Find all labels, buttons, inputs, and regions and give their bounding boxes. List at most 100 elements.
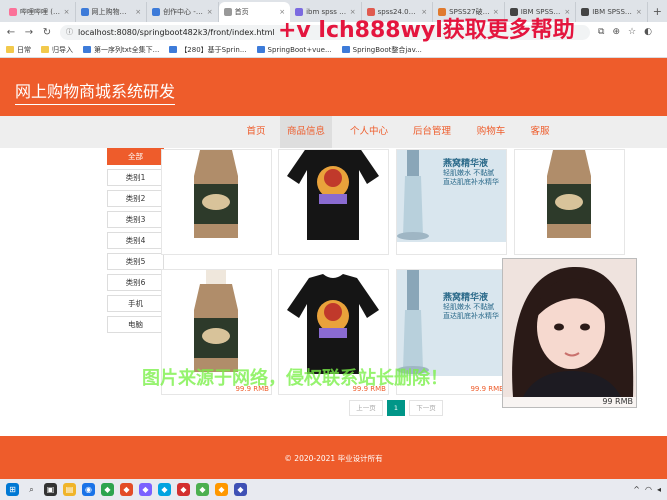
app-icon[interactable]: ◆ bbox=[120, 483, 133, 496]
nav-item[interactable]: 个人中心 bbox=[343, 116, 395, 148]
site-icon bbox=[169, 46, 178, 53]
product-image bbox=[162, 270, 271, 376]
category-item[interactable]: 全部 bbox=[107, 148, 164, 165]
tab-title: 首页 bbox=[234, 8, 249, 16]
product-card[interactable] bbox=[278, 149, 389, 255]
favicon-icon bbox=[80, 8, 89, 16]
windows-start-icon[interactable]: ⊞ bbox=[6, 483, 19, 496]
product-image-wrap bbox=[162, 150, 271, 242]
site-header: 网上购物商城系统研发 bbox=[0, 58, 667, 116]
product-image bbox=[515, 150, 624, 242]
tab-title: 哔哩哔哩 (゜-゜)つ bbox=[20, 8, 61, 16]
back-icon[interactable]: ← bbox=[6, 27, 16, 38]
close-icon[interactable]: × bbox=[636, 8, 642, 16]
app-icon[interactable]: ◆ bbox=[196, 483, 209, 496]
product-image-wrap bbox=[162, 270, 271, 376]
bookmark-label: 第一序列txt全集下... bbox=[94, 45, 160, 54]
app-icon[interactable]: ◆ bbox=[101, 483, 114, 496]
forward-icon[interactable]: → bbox=[24, 27, 34, 38]
favicon-icon bbox=[223, 8, 232, 16]
page-1-button[interactable]: 1 bbox=[387, 400, 405, 416]
bookmark-label: 日常 bbox=[17, 45, 31, 54]
category-item[interactable]: 类别6 bbox=[107, 274, 164, 291]
product-caption: 燕窝精华液 轻肌嫩水 不黏腻 直达肌底补水精华 bbox=[443, 294, 499, 321]
product-price: 99.9 RMB bbox=[470, 385, 504, 393]
nav-item[interactable]: 购物车 bbox=[470, 116, 512, 148]
product-card[interactable] bbox=[514, 149, 625, 255]
folder-icon bbox=[6, 46, 14, 53]
nav-item[interactable]: 后台管理 bbox=[406, 116, 458, 148]
app-icon[interactable]: ◆ bbox=[177, 483, 190, 496]
nav-item[interactable]: 商品信息 bbox=[280, 116, 332, 148]
nav-item[interactable]: 客服 bbox=[526, 116, 554, 148]
bookmark-item[interactable]: SpringBoot整合jav... bbox=[341, 45, 422, 55]
caption-line: 直达肌底补水精华 bbox=[443, 312, 499, 320]
watermark-copyright: 图片来源于网络，侵权联系站长删除！ bbox=[142, 368, 448, 389]
favicon-icon bbox=[152, 8, 161, 16]
favicon-icon bbox=[9, 8, 17, 16]
caption-line: 直达肌底补水精华 bbox=[443, 178, 499, 186]
wifi-icon[interactable]: ◠ bbox=[645, 485, 652, 494]
bookmark-label: 归导入 bbox=[52, 45, 73, 54]
category-item[interactable]: 手机 bbox=[107, 295, 164, 312]
product-image bbox=[162, 150, 271, 242]
product-image bbox=[397, 270, 506, 376]
app-icon[interactable]: ◆ bbox=[234, 483, 247, 496]
search-icon[interactable]: ⌕ bbox=[25, 483, 38, 496]
bookmark-item[interactable]: 第一序列txt全集下... bbox=[83, 45, 159, 55]
site-footer: © 2020-2021 毕业设计所有 bbox=[0, 436, 667, 479]
browser-tab[interactable]: 创作中心 - 哔哩× bbox=[147, 2, 219, 22]
close-icon[interactable]: × bbox=[135, 8, 141, 16]
bookmarks-bar: 日常 归导入 第一序列txt全集下... 【280】基于Sprin... SpringB… bbox=[0, 42, 667, 58]
info-icon[interactable]: ⓘ bbox=[66, 27, 73, 37]
product-image-wrap bbox=[279, 150, 388, 242]
speaker-icon[interactable]: ◂ bbox=[657, 485, 661, 494]
product-caption: 燕窝精华液 轻肌嫩水 不黏腻 直达肌底补水精华 bbox=[443, 160, 499, 187]
browser-tab[interactable]: 网上购物商城系统× bbox=[76, 2, 148, 22]
new-tab-icon[interactable]: + bbox=[648, 2, 667, 22]
folder-icon bbox=[41, 46, 49, 53]
chrome-icon[interactable]: ◉ bbox=[82, 483, 95, 496]
star-icon[interactable]: ☆ bbox=[628, 27, 636, 37]
caption-line: 燕窝精华液 bbox=[443, 159, 489, 169]
bookmark-item[interactable]: 日常 bbox=[6, 45, 31, 55]
watermark-contact: +v lch888wyl获取更多帮助 bbox=[278, 18, 575, 43]
category-item[interactable]: 类别2 bbox=[107, 190, 164, 207]
next-page-button[interactable]: 下一页 bbox=[409, 400, 443, 416]
bookmark-item[interactable]: 归导入 bbox=[41, 45, 73, 55]
app-icon[interactable]: ◆ bbox=[215, 483, 228, 496]
category-item[interactable]: 类别4 bbox=[107, 232, 164, 249]
zoom-icon[interactable]: ⊕ bbox=[612, 27, 620, 37]
nav-item[interactable]: 首页 bbox=[236, 116, 276, 148]
profile-icon[interactable]: ◐ bbox=[644, 27, 652, 37]
product-image-wrap bbox=[279, 270, 388, 376]
category-item[interactable]: 类别1 bbox=[107, 169, 164, 186]
product-card[interactable] bbox=[161, 149, 272, 255]
reload-icon[interactable]: ↻ bbox=[42, 27, 52, 38]
site-icon bbox=[256, 46, 265, 53]
file-explorer-icon[interactable]: ▤ bbox=[63, 483, 76, 496]
close-icon[interactable]: × bbox=[64, 8, 70, 16]
site-nav: 首页 商品信息 个人中心 后台管理 购物车 客服 bbox=[0, 116, 667, 148]
site-title: 网上购物商城系统研发 bbox=[15, 78, 176, 105]
category-item[interactable]: 类别3 bbox=[107, 211, 164, 228]
category-item[interactable]: 电脑 bbox=[107, 316, 164, 333]
bookmark-item[interactable]: SpringBoot+vue... bbox=[256, 45, 332, 54]
app-icon[interactable]: ◆ bbox=[158, 483, 171, 496]
bookmark-label: SpringBoot整合jav... bbox=[352, 45, 422, 54]
cast-icon[interactable]: ⧉ bbox=[598, 27, 604, 37]
bookmark-label: SpringBoot+vue... bbox=[267, 45, 332, 54]
prev-page-button[interactable]: 上一页 bbox=[349, 400, 383, 416]
chevron-up-icon[interactable]: ^ bbox=[633, 485, 640, 494]
browser-tab[interactable]: 哔哩哔哩 (゜-゜)つ× bbox=[4, 2, 76, 22]
product-image bbox=[279, 150, 388, 242]
site-icon bbox=[341, 46, 350, 53]
close-icon[interactable]: × bbox=[207, 8, 213, 16]
app-icon[interactable]: ◆ bbox=[139, 483, 152, 496]
popup-photo[interactable]: 99 RMB bbox=[502, 258, 637, 408]
browser-tab[interactable]: IBM SPSS St × bbox=[576, 2, 648, 22]
product-card[interactable]: 燕窝精华液 轻肌嫩水 不黏腻 直达肌底补水精华 bbox=[396, 149, 507, 255]
bookmark-item[interactable]: 【280】基于Sprin... bbox=[169, 45, 247, 55]
task-view-icon[interactable]: ▣ bbox=[44, 483, 57, 496]
category-item[interactable]: 类别5 bbox=[107, 253, 164, 270]
